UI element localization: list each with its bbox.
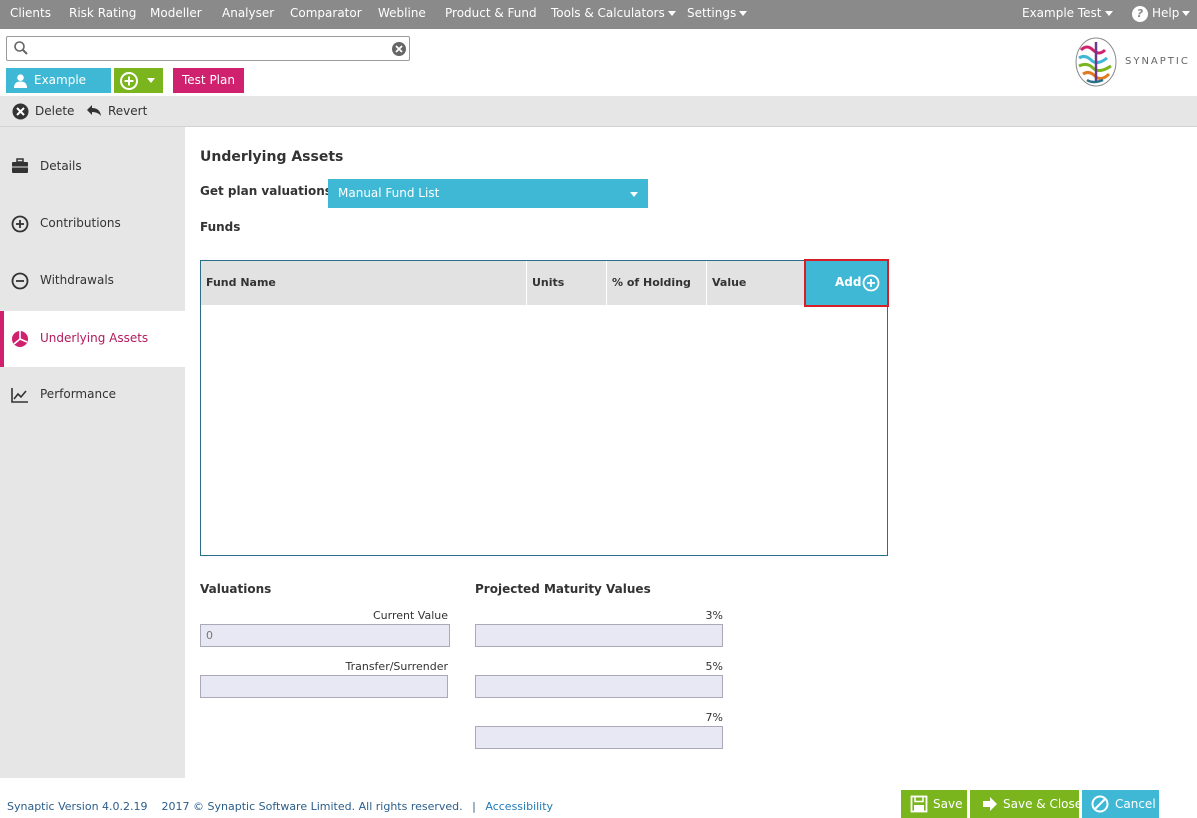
projected-title: Projected Maturity Values [475,582,651,596]
col-units: Units [527,261,607,305]
cancel-button[interactable]: Cancel [1082,790,1159,818]
save-button[interactable]: Save [901,790,967,818]
toolbar: Delete Revert [0,96,1197,127]
chevron-down-icon [147,78,155,83]
funds-table-header: Fund Name Units % of Holding Value Add [201,259,889,307]
cancel-label: Cancel [1115,797,1156,811]
user-name: Example Test [1022,6,1102,20]
question-icon: ? [1132,5,1148,22]
sidebar-item-label: Withdrawals [40,273,114,287]
revert-label: Revert [108,104,148,118]
user-menu[interactable]: Example Test [1022,0,1113,29]
accessibility-link[interactable]: Accessibility [485,800,553,813]
transfer-surrender-label: Transfer/Surrender [345,660,448,673]
save-label: Save [933,797,963,811]
chevron-down-icon [739,11,748,16]
plus-circle-icon [11,215,29,233]
plan-button[interactable]: Test Plan [173,68,244,93]
col-fund-name: Fund Name [201,261,527,305]
arrow-right-icon [983,797,997,811]
briefcase-icon [12,158,28,173]
page-title: Underlying Assets [200,149,344,165]
user-icon [13,74,28,88]
brain-logo-icon [1075,37,1117,87]
sidebar-item-label: Details [40,159,82,173]
nav-modeller[interactable]: Modeller [150,0,202,29]
sidebar-item-performance[interactable]: Performance [0,367,185,423]
close-circle-icon [12,103,29,120]
rate-3-label: 3% [705,609,723,622]
sidebar-item-contributions[interactable]: Contributions [0,196,185,252]
search-input[interactable] [33,39,393,58]
footer-text: Synaptic Version 4.0.2.19 2017 © Synapti… [7,800,553,813]
sidebar-item-label: Underlying Assets [40,331,149,345]
pie-chart-icon [12,331,28,347]
synaptic-logo: SYNAPTIC [1073,36,1193,88]
valuations-source-value: Manual Fund List [338,186,440,200]
valuations-title: Valuations [200,582,272,596]
client-button[interactable]: Example Test [6,68,111,112]
plus-circle-icon [120,72,138,90]
col-holding: % of Holding [607,261,707,305]
nav-settings-label: Settings [687,6,737,20]
add-menu-button[interactable] [114,68,163,93]
add-fund-label: Add [835,275,862,289]
search-icon [14,41,28,55]
search-box [6,36,410,61]
nav-clients[interactable]: Clients [10,0,51,29]
version-text: Synaptic Version 4.0.2.19 [7,800,148,813]
delete-label: Delete [35,104,75,118]
sidebar-item-withdrawals[interactable]: Withdrawals [0,253,185,309]
footer-separator: | [472,800,476,813]
top-nav: Clients Risk Rating Modeller Analyser Co… [0,0,1197,29]
rate-5-label: 5% [705,660,723,673]
help-label: Help [1152,6,1180,20]
sidebar-item-details[interactable]: Details [0,139,185,195]
chevron-down-icon [1104,11,1113,16]
nav-settings[interactable]: Settings [687,0,748,29]
line-chart-icon [11,388,28,403]
brand-name: SYNAPTIC [1125,56,1190,67]
sidebar-item-underlying-assets[interactable]: Underlying Assets [0,311,185,367]
chevron-down-icon [1182,11,1191,16]
funds-table: Fund Name Units % of Holding Value Add [200,259,889,556]
rate-3-input[interactable] [475,624,723,647]
current-value-label: Current Value [372,609,448,622]
nav-tools-label: Tools & Calculators [551,6,665,20]
col-value: Value [707,261,806,305]
sidebar-item-label: Contributions [40,216,121,230]
save-close-button[interactable]: Save & Close [970,790,1083,818]
sidebar: Details Contributions Withdrawals Underl… [0,127,185,778]
valuations-source-select[interactable]: Manual Fund List [328,179,648,208]
undo-icon [87,105,101,116]
add-fund-button[interactable]: Add [804,259,889,307]
plus-circle-icon [862,274,880,292]
current-value-input[interactable] [200,624,450,647]
rate-7-input[interactable] [475,726,723,749]
minus-circle-icon [11,272,29,290]
clear-icon[interactable] [391,41,407,57]
revert-button[interactable]: Revert [85,96,149,127]
valuations-source-label: Get plan valuations: [200,184,337,198]
nav-comparator[interactable]: Comparator [290,0,362,29]
chevron-down-icon [667,11,676,16]
rate-5-input[interactable] [475,675,723,698]
ban-icon [1091,795,1109,813]
nav-tools-calculators[interactable]: Tools & Calculators [551,0,676,29]
rate-7-label: 7% [705,711,723,724]
footer: Synaptic Version 4.0.2.19 2017 © Synapti… [0,778,1197,818]
copyright-text: 2017 © Synaptic Software Limited. All ri… [161,800,463,813]
floppy-disk-icon [910,795,928,813]
delete-button[interactable]: Delete [12,96,74,127]
save-close-label: Save & Close [1003,797,1083,811]
help-menu[interactable]: ? Help [1132,0,1191,29]
chevron-down-icon [630,192,638,197]
nav-risk-rating[interactable]: Risk Rating [69,0,136,29]
sidebar-item-label: Performance [40,387,117,401]
nav-analyser[interactable]: Analyser [222,0,274,29]
nav-product-fund[interactable]: Product & Fund [445,0,537,29]
transfer-surrender-input[interactable] [200,675,448,698]
funds-label: Funds [200,220,241,234]
nav-webline[interactable]: Webline [378,0,426,29]
